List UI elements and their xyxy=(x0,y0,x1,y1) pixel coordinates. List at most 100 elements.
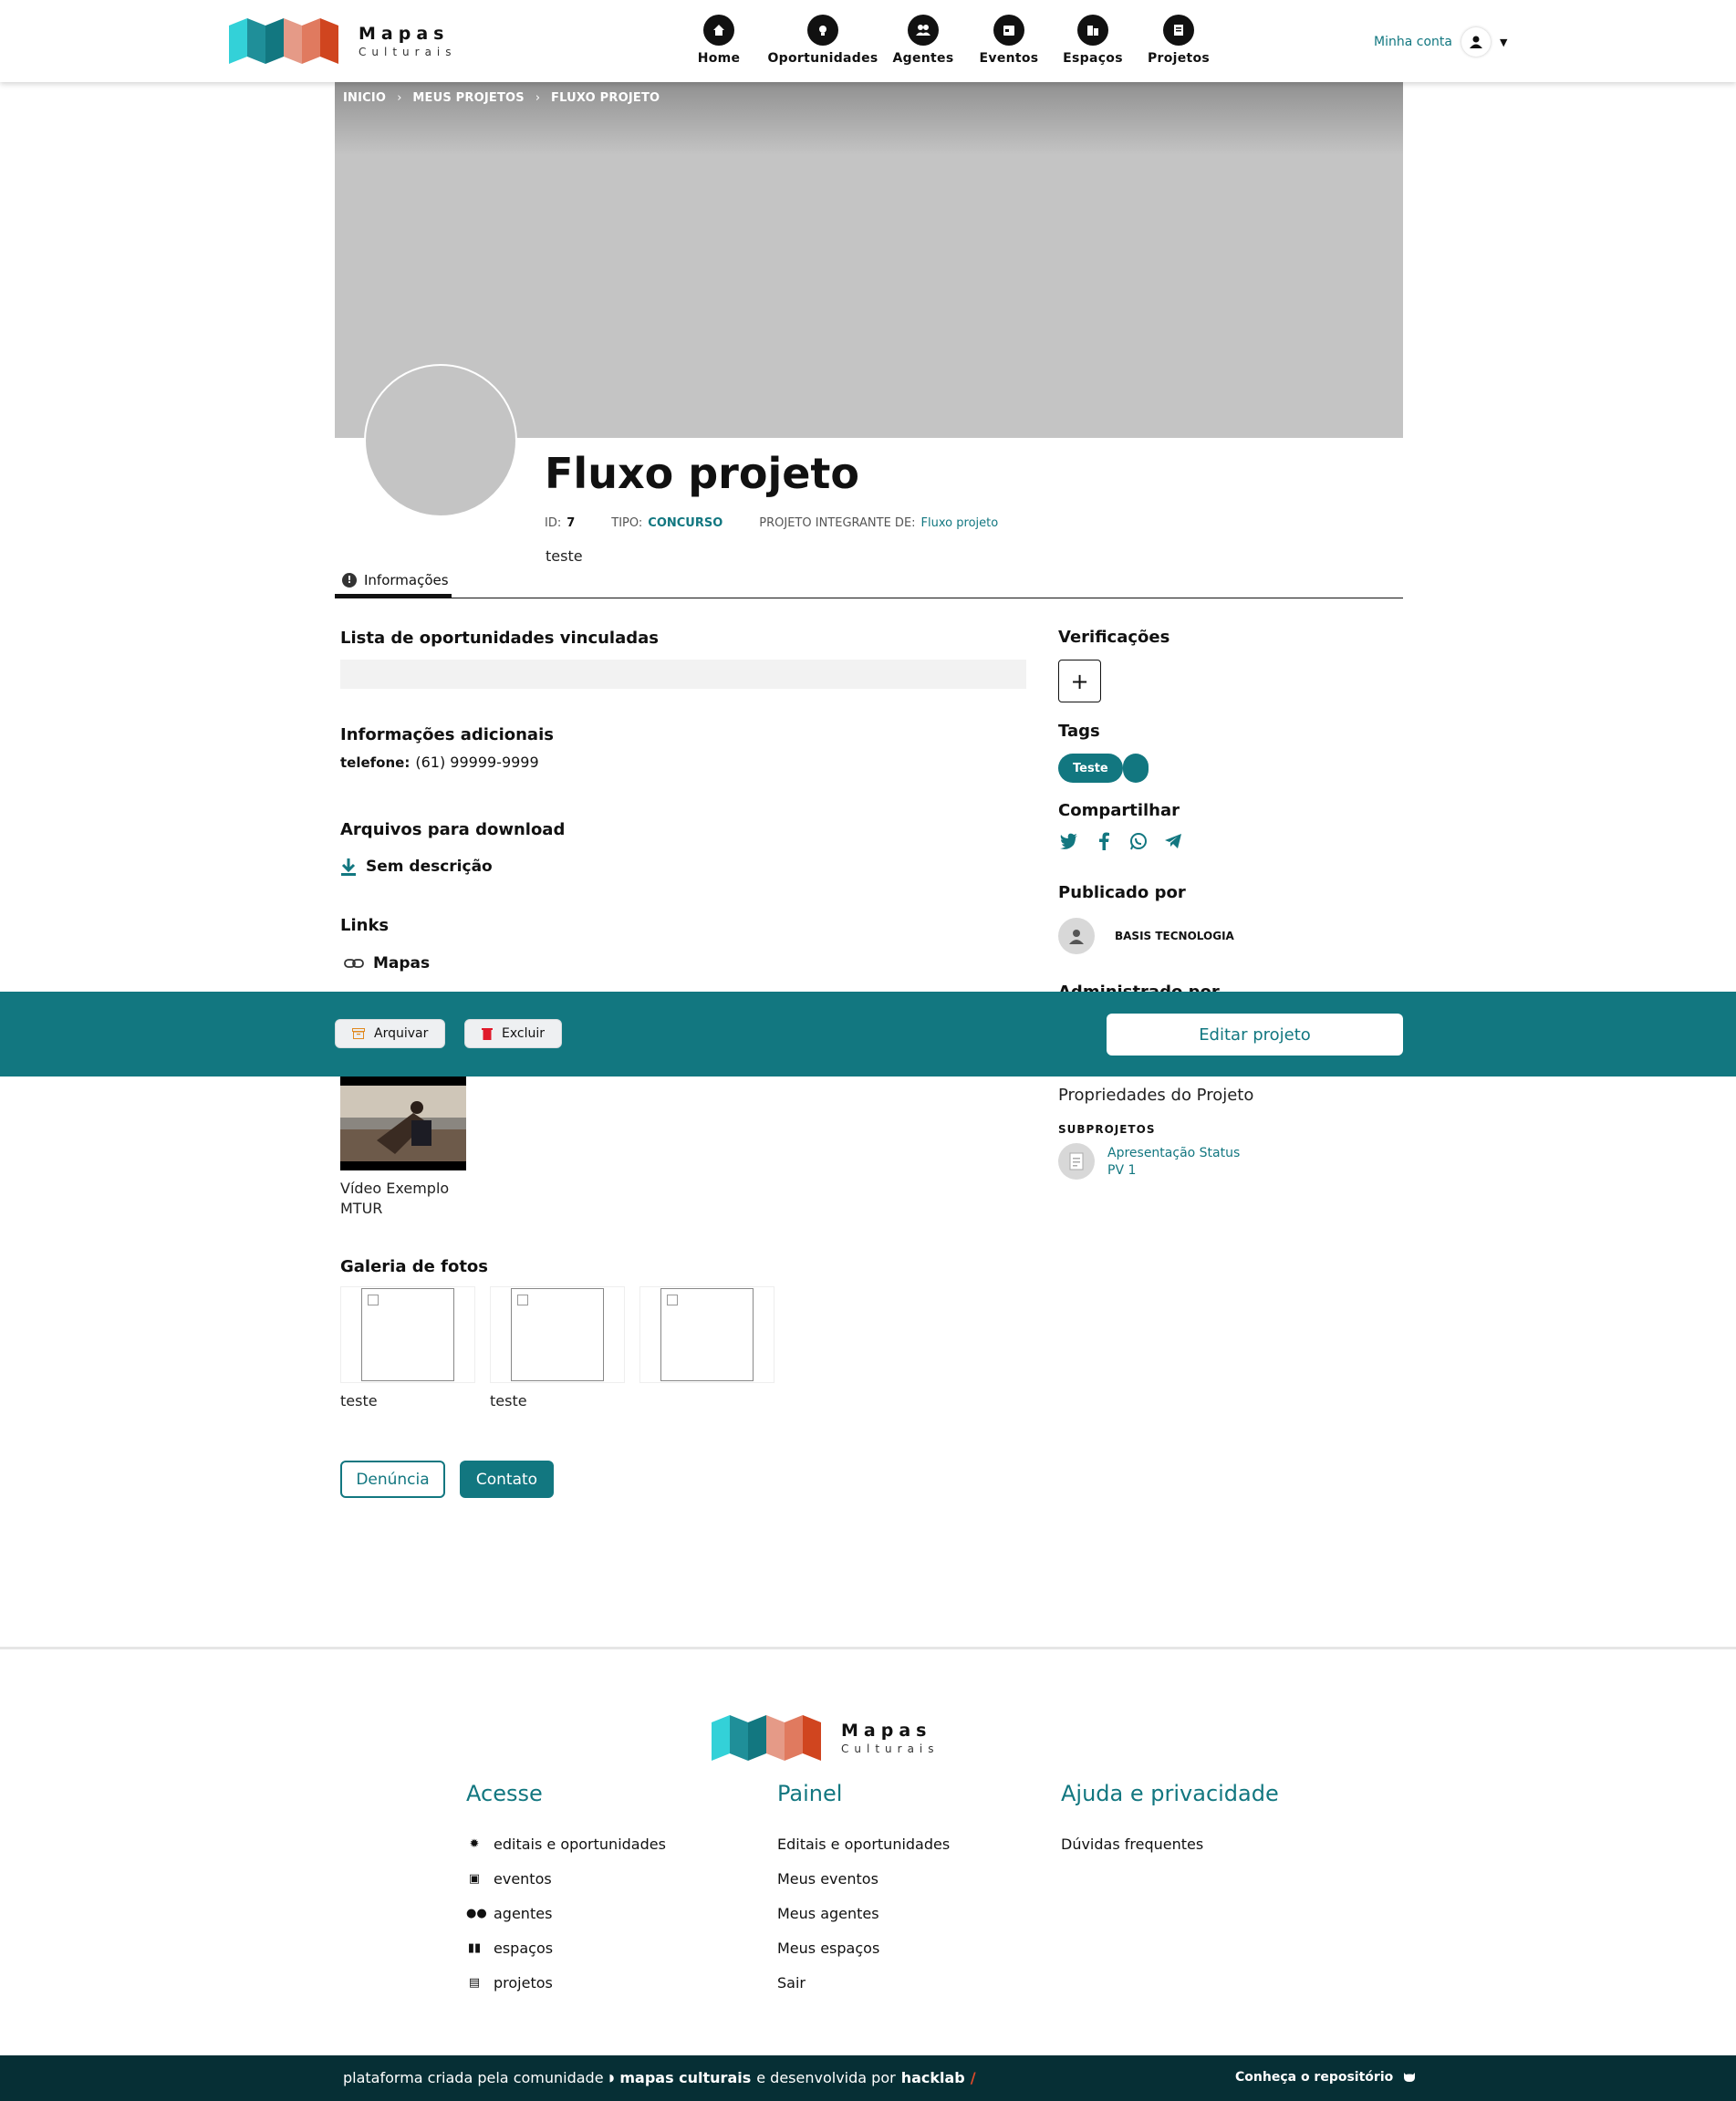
nav-projetos[interactable]: Projetos xyxy=(1147,15,1211,73)
footer-link[interactable]: Sair xyxy=(777,1965,950,2000)
verifications-heading: Verificações xyxy=(1058,628,1170,647)
logo-title: Mapas xyxy=(841,1721,932,1741)
gallery-image[interactable] xyxy=(340,1286,475,1383)
footer-link[interactable]: ▤ projetos xyxy=(466,1965,666,2000)
site-logo[interactable]: Mapas Culturais xyxy=(229,18,457,64)
parent-label: PROJETO INTEGRANTE DE: xyxy=(759,516,916,530)
people-icon xyxy=(908,15,939,46)
footer-col-title: Painel xyxy=(777,1781,843,1806)
footer-link[interactable]: Editais e oportunidades xyxy=(777,1826,950,1861)
footer-link[interactable]: Meus eventos xyxy=(777,1861,950,1896)
telegram-icon[interactable] xyxy=(1162,830,1184,852)
footer-link-label: agentes xyxy=(494,1904,553,1922)
user-icon xyxy=(1461,27,1491,57)
footer-link[interactable]: Meus agentes xyxy=(777,1896,950,1930)
nav-eventos[interactable]: Eventos xyxy=(977,15,1041,73)
publisher-name: BASIS TECNOLOGIA xyxy=(1115,930,1234,942)
breadcrumb: INICIO › MEUS PROJETOS › FLUXO PROJETO xyxy=(343,91,660,105)
footer-link[interactable]: ▮▮ espaços xyxy=(466,1930,666,1965)
entity-meta: ID: 7 TIPO: CONCURSO PROJETO INTEGRANTE … xyxy=(545,516,998,530)
footer-col-title: Ajuda e privacidade xyxy=(1061,1781,1279,1806)
nav-espacos[interactable]: Espaços xyxy=(1061,15,1125,73)
nav-label: Projetos xyxy=(1147,51,1211,66)
entity-avatar xyxy=(364,364,517,517)
logo-title: Mapas xyxy=(359,24,450,44)
footer-link[interactable]: Dúvidas frequentes xyxy=(1061,1826,1279,1861)
document-icon xyxy=(1163,15,1194,46)
footer-col-title: Acesse xyxy=(466,1781,543,1806)
credits-middle: e desenvolvida por xyxy=(756,2069,896,2086)
footer-link[interactable]: Meus espaços xyxy=(777,1930,950,1965)
link-item[interactable]: Mapas xyxy=(344,954,430,972)
link-icon xyxy=(344,959,364,968)
download-label: Sem descrição xyxy=(366,858,493,876)
video-thumbnail[interactable] xyxy=(340,1077,466,1170)
cover-image xyxy=(335,82,1403,438)
publisher[interactable]: BASIS TECNOLOGIA xyxy=(1058,918,1234,954)
nav-oportunidades[interactable]: Oportunidades xyxy=(767,15,878,73)
footer-link[interactable]: ●● agentes xyxy=(466,1896,666,1930)
nav-home[interactable]: Home xyxy=(687,15,751,73)
nav-label: Home xyxy=(697,51,741,66)
logo-text: Mapas Culturais xyxy=(841,1721,940,1755)
gallery-caption: teste xyxy=(490,1392,527,1409)
repository-link[interactable]: Conheça o repositório xyxy=(1235,2070,1417,2085)
parent-project-link[interactable]: Fluxo projeto xyxy=(921,516,999,530)
photo-gallery: teste teste xyxy=(340,1286,774,1410)
properties-heading: Propriedades do Projeto xyxy=(1058,1086,1254,1105)
download-item[interactable]: Sem descrição xyxy=(340,858,493,876)
breadcrumb-my-projects[interactable]: MEUS PROJETOS xyxy=(412,91,524,105)
building-icon: ▮▮ xyxy=(467,1940,482,1955)
add-verification-button[interactable]: + xyxy=(1058,660,1101,702)
opportunities-heading: Lista de oportunidades vinculadas xyxy=(340,629,659,648)
nav-label: Oportunidades xyxy=(767,51,878,66)
subproject-name: Apresentação Status PV 1 xyxy=(1107,1146,1241,1178)
archive-label: Arquivar xyxy=(374,1026,429,1041)
contact-button[interactable]: Contato xyxy=(460,1461,554,1498)
facebook-icon[interactable] xyxy=(1093,830,1115,852)
tab-informacoes[interactable]: ! Informações xyxy=(335,566,452,598)
credits: plataforma criada pela comunidade ◗ mapa… xyxy=(343,2069,976,2086)
repository-label: Conheça o repositório xyxy=(1235,2070,1394,2085)
community-link[interactable]: mapas culturais xyxy=(619,2069,751,2086)
tag-chip[interactable]: Teste xyxy=(1058,754,1123,783)
type-value: CONCURSO xyxy=(648,516,723,530)
gallery-caption xyxy=(639,1392,774,1410)
phone-value: (61) 99999-9999 xyxy=(415,754,539,771)
footer-col-ajuda: Ajuda e privacidade Dúvidas frequentes xyxy=(1061,1781,1279,1861)
gallery-heading: Galeria de fotos xyxy=(340,1257,488,1276)
logo-subtitle: Culturais xyxy=(359,46,457,58)
gallery-image[interactable] xyxy=(639,1286,774,1383)
account-menu[interactable]: Minha conta ▼ xyxy=(1374,27,1507,57)
archive-icon xyxy=(352,1028,365,1039)
twitter-icon[interactable] xyxy=(1058,830,1080,852)
gallery-item[interactable]: teste xyxy=(490,1286,625,1410)
chevron-right-icon: › xyxy=(535,91,541,105)
gallery-item[interactable]: teste xyxy=(340,1286,475,1410)
whatsapp-icon[interactable] xyxy=(1128,830,1149,852)
nav-label: Espaços xyxy=(1063,51,1123,66)
breadcrumb-home[interactable]: INICIO xyxy=(343,91,386,105)
entity-action-bar: Arquivar Excluir Editar projeto xyxy=(0,992,1736,1077)
report-button[interactable]: Denúncia xyxy=(340,1461,445,1498)
people-icon: ●● xyxy=(466,1906,487,1920)
type-label: TIPO: xyxy=(611,516,643,530)
gallery-caption: teste xyxy=(340,1392,378,1409)
hacklab-link[interactable]: hacklab xyxy=(901,2069,965,2086)
edit-project-button[interactable]: Editar projeto xyxy=(1107,1014,1403,1056)
bottom-bar: plataforma criada pela comunidade ◗ mapa… xyxy=(0,2055,1736,2101)
trash-icon xyxy=(482,1028,493,1040)
footer-link[interactable]: ▣ eventos xyxy=(466,1861,666,1896)
gallery-item[interactable] xyxy=(639,1286,774,1410)
gallery-image[interactable] xyxy=(490,1286,625,1383)
broken-image-icon xyxy=(511,1288,604,1381)
archive-button[interactable]: Arquivar xyxy=(335,1019,446,1048)
footer-link[interactable]: ✹ editais e oportunidades xyxy=(466,1826,666,1861)
nav-agentes[interactable]: Agentes xyxy=(891,15,955,73)
footer-logo[interactable]: Mapas Culturais xyxy=(712,1715,949,1761)
footer-link-label: projetos xyxy=(494,1973,553,1992)
add-tag-button[interactable] xyxy=(1123,754,1149,783)
subproject-item[interactable]: Apresentação Status PV 1 xyxy=(1058,1143,1244,1180)
delete-button[interactable]: Excluir xyxy=(464,1019,562,1048)
opportunities-list xyxy=(340,660,1026,689)
